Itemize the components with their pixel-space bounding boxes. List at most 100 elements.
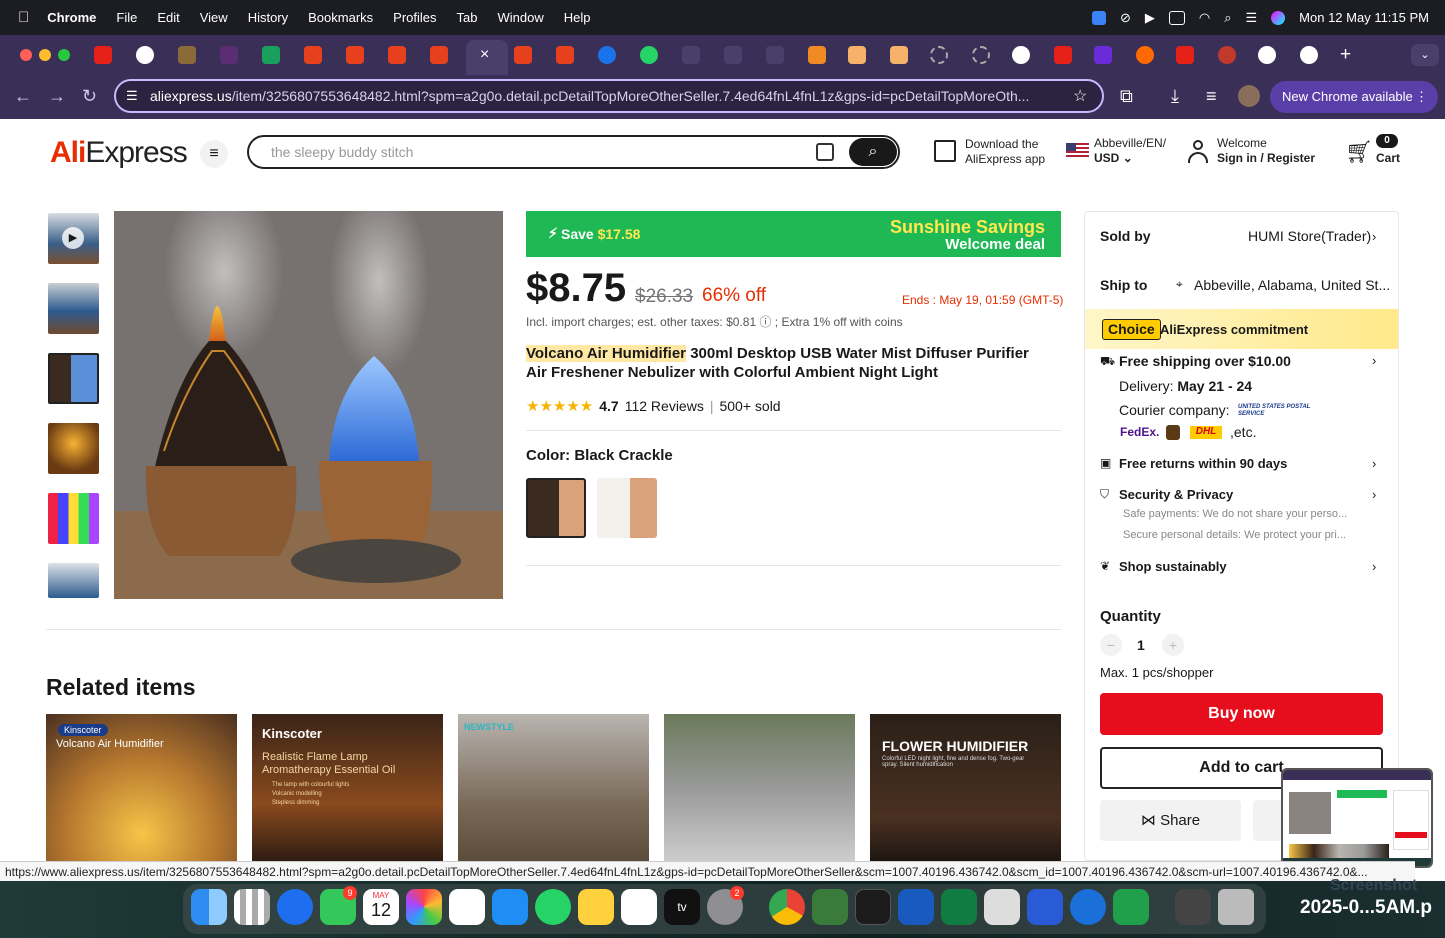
tab-fire-icon[interactable] xyxy=(1136,46,1154,64)
notes-icon[interactable] xyxy=(578,889,614,925)
freeform-icon[interactable] xyxy=(621,889,657,925)
tab-search-chevron-icon[interactable]: ⌄ xyxy=(1411,44,1439,66)
safari-icon[interactable] xyxy=(277,889,313,925)
tab-blank-icon[interactable] xyxy=(682,46,700,64)
extensions-icon[interactable]: ⧉ xyxy=(1120,86,1133,107)
excel-icon[interactable] xyxy=(941,889,977,925)
related-item-card[interactable]: NEWSTYLE xyxy=(458,714,649,864)
play-video-icon[interactable]: ▶ xyxy=(62,227,84,249)
chrome-icon[interactable] xyxy=(769,889,805,925)
numbers-icon[interactable] xyxy=(1113,889,1149,925)
launchpad-icon[interactable] xyxy=(234,889,270,925)
quantity-decrease-button[interactable]: − xyxy=(1100,634,1122,656)
shop-sustainably[interactable]: Shop sustainably xyxy=(1119,559,1227,574)
tab-loading-icon[interactable] xyxy=(972,46,990,64)
spotlight-search-icon[interactable]: ⌕ xyxy=(1224,10,1231,26)
trash-icon[interactable] xyxy=(1218,889,1254,925)
new-tab-icon[interactable]: + xyxy=(1340,44,1351,66)
window-zoom-button[interactable] xyxy=(58,49,70,61)
menu-edit[interactable]: Edit xyxy=(157,10,179,25)
free-shipping[interactable]: Free shipping over $10.00 xyxy=(1119,353,1291,369)
color-swatch-black-crackle[interactable] xyxy=(526,478,586,538)
tab-search-icon[interactable] xyxy=(598,46,616,64)
screenshot-preview-thumbnail[interactable] xyxy=(1281,768,1433,868)
tab-orange-icon[interactable] xyxy=(848,46,866,64)
chevron-right-icon[interactable]: › xyxy=(1372,456,1376,471)
thumbnail-image[interactable] xyxy=(48,423,99,474)
reload-icon[interactable]: ↻ xyxy=(82,86,97,107)
forward-icon[interactable]: → xyxy=(48,86,66,107)
color-swatch-white[interactable] xyxy=(597,478,657,538)
tab-loading-icon[interactable] xyxy=(930,46,948,64)
tab-blank-icon[interactable] xyxy=(724,46,742,64)
tab-active[interactable]: × xyxy=(466,40,508,75)
store-name[interactable]: HUMI Store(Trader) xyxy=(1248,228,1371,244)
menu-file[interactable]: File xyxy=(116,10,137,25)
menu-app-name[interactable]: Chrome xyxy=(47,10,96,25)
tab-record-icon[interactable] xyxy=(1218,46,1236,64)
menu-view[interactable]: View xyxy=(200,10,228,25)
tab-aliexpress-icon[interactable] xyxy=(430,46,448,64)
categories-menu-icon[interactable]: ≡ xyxy=(200,140,228,168)
status-app-icon[interactable] xyxy=(1091,10,1106,25)
tab-aliexpress-icon[interactable] xyxy=(346,46,364,64)
related-item-card[interactable]: Kinscoter Volcano Air Humidifier xyxy=(46,714,237,864)
thumbnail-image[interactable] xyxy=(48,563,99,598)
chevron-right-icon[interactable]: › xyxy=(1372,559,1376,574)
battery-icon[interactable] xyxy=(1168,10,1185,25)
menu-tab[interactable]: Tab xyxy=(457,10,478,25)
downloads-stack-icon[interactable] xyxy=(1175,889,1211,925)
chevron-right-icon[interactable]: › xyxy=(1372,353,1376,368)
cart-icon[interactable]: 🛒︎ xyxy=(1345,139,1373,165)
tab-youtube-icon[interactable] xyxy=(1176,46,1194,64)
aliexpress-logo[interactable]: AliExpress xyxy=(50,136,188,170)
apple-menu-icon[interactable]:  xyxy=(18,9,29,26)
tab-figure-icon[interactable] xyxy=(178,46,196,64)
apple-tv-icon[interactable]: tv xyxy=(664,889,700,925)
search-input[interactable]: the sleepy buddy stitch xyxy=(247,135,900,169)
address-bar[interactable]: ☰ aliexpress.us/item/3256807553648482.ht… xyxy=(114,79,1104,113)
tab-h-icon[interactable] xyxy=(136,46,154,64)
downloads-icon[interactable]: ⤓ xyxy=(1171,86,1179,107)
siri-icon[interactable] xyxy=(1271,10,1286,25)
region-selector[interactable]: Abbeville/EN/USD ⌄ xyxy=(1094,136,1166,166)
tab-aliexpress-icon[interactable] xyxy=(304,46,322,64)
related-item-card[interactable] xyxy=(664,714,855,864)
speed-icon[interactable]: ⊘ xyxy=(1120,10,1131,26)
security-privacy[interactable]: Security & Privacy xyxy=(1119,487,1233,502)
photos-icon[interactable] xyxy=(406,889,442,925)
app-store-icon[interactable] xyxy=(492,889,528,925)
play-icon[interactable]: ▶ xyxy=(1145,10,1155,26)
main-product-image[interactable] xyxy=(114,211,503,599)
window-minimize-button[interactable] xyxy=(39,49,51,61)
quantity-increase-button[interactable]: + xyxy=(1162,634,1184,656)
profile-avatar[interactable] xyxy=(1238,85,1260,107)
window-close-button[interactable] xyxy=(20,49,32,61)
thumbnail-image[interactable] xyxy=(48,493,99,544)
maps-utility-icon[interactable] xyxy=(812,889,848,925)
site-settings-icon[interactable]: ☰ xyxy=(126,81,138,111)
word-icon[interactable] xyxy=(898,889,934,925)
tab-close-icon[interactable]: × xyxy=(480,46,489,64)
image-search-icon[interactable] xyxy=(816,143,834,161)
wishlist-button[interactable] xyxy=(1253,800,1283,841)
printer-icon[interactable] xyxy=(984,889,1020,925)
buy-now-button[interactable]: Buy now xyxy=(1100,693,1383,735)
free-returns[interactable]: Free returns within 90 days xyxy=(1119,456,1287,471)
related-item-card[interactable]: Kinscoter Realistic Flame Lamp Aromather… xyxy=(252,714,443,864)
reading-list-icon[interactable]: ≡ xyxy=(1206,86,1217,107)
tab-whatsapp-icon[interactable] xyxy=(640,46,658,64)
finder-icon[interactable] xyxy=(191,889,227,925)
tab-circle-icon[interactable] xyxy=(1012,46,1030,64)
reminders-icon[interactable] xyxy=(449,889,485,925)
share-button[interactable]: ⋈︎ Share xyxy=(1100,800,1241,841)
tab-orange-icon[interactable] xyxy=(808,46,826,64)
new-chrome-available-button[interactable]: New Chrome available ⋮ xyxy=(1270,81,1438,113)
account-link[interactable]: Welcome Sign in / Register xyxy=(1217,136,1315,166)
back-icon[interactable]: ← xyxy=(14,86,32,107)
tab-youtube-icon[interactable] xyxy=(1054,46,1072,64)
wifi-icon[interactable]: ◠ xyxy=(1199,10,1210,26)
more-menu-icon[interactable]: ⋮ xyxy=(1415,81,1428,113)
menu-history[interactable]: History xyxy=(248,10,288,25)
quantity-value[interactable]: 1 xyxy=(1137,637,1145,653)
